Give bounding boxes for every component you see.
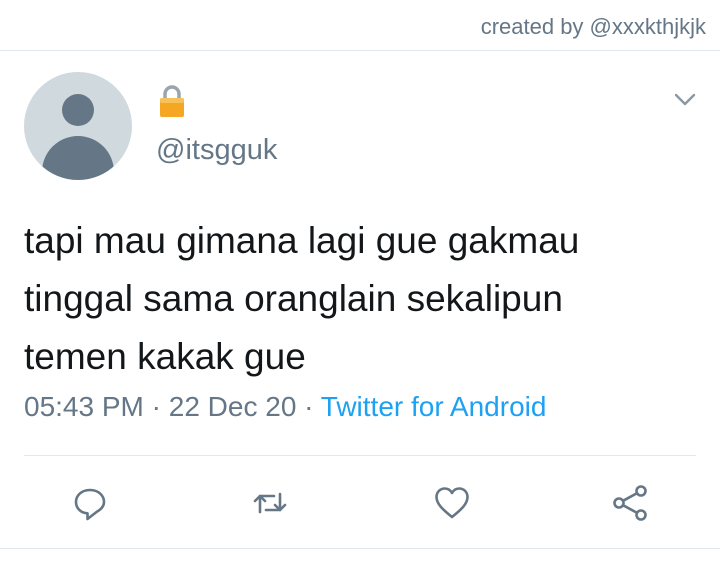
- top-divider: [0, 50, 720, 51]
- retweet-icon: [253, 492, 287, 514]
- avatar-body: [42, 136, 114, 180]
- reply-icon: [74, 488, 106, 521]
- share-button[interactable]: [610, 483, 650, 523]
- user-handle[interactable]: @itsgguk: [156, 134, 277, 167]
- tweet-text-line: tapi mau gimana lagi gue gakmau: [24, 220, 580, 261]
- tweet-source-link[interactable]: Twitter for Android: [321, 391, 547, 422]
- avatar-head: [62, 94, 94, 126]
- chevron-down-icon[interactable]: [674, 92, 696, 108]
- tweet-text: tapi mau gimana lagi gue gakmau tinggal …: [24, 212, 704, 386]
- heart-icon: [435, 487, 469, 519]
- meta-separator: ·: [143, 391, 169, 422]
- lock-icon: [160, 85, 184, 117]
- actions-divider: [24, 455, 696, 456]
- bottom-divider: [0, 548, 720, 549]
- tweet-text-line: tinggal sama oranglain sekalipun: [24, 278, 563, 319]
- reply-button[interactable]: [70, 483, 110, 523]
- avatar[interactable]: [24, 72, 132, 180]
- like-button[interactable]: [432, 483, 472, 523]
- tweet-time: 05:43 PM: [24, 391, 144, 422]
- share-icon: [613, 485, 647, 521]
- tweet-meta: 05:43 PM · 22 Dec 20 · Twitter for Andro…: [24, 391, 546, 423]
- tweet-text-line: temen kakak gue: [24, 336, 306, 377]
- retweet-button[interactable]: [250, 483, 290, 523]
- tweet-date: 22 Dec 20: [168, 391, 297, 422]
- creator-credit: created by @xxxkthjkjk: [480, 14, 706, 39]
- meta-separator: ·: [296, 391, 321, 422]
